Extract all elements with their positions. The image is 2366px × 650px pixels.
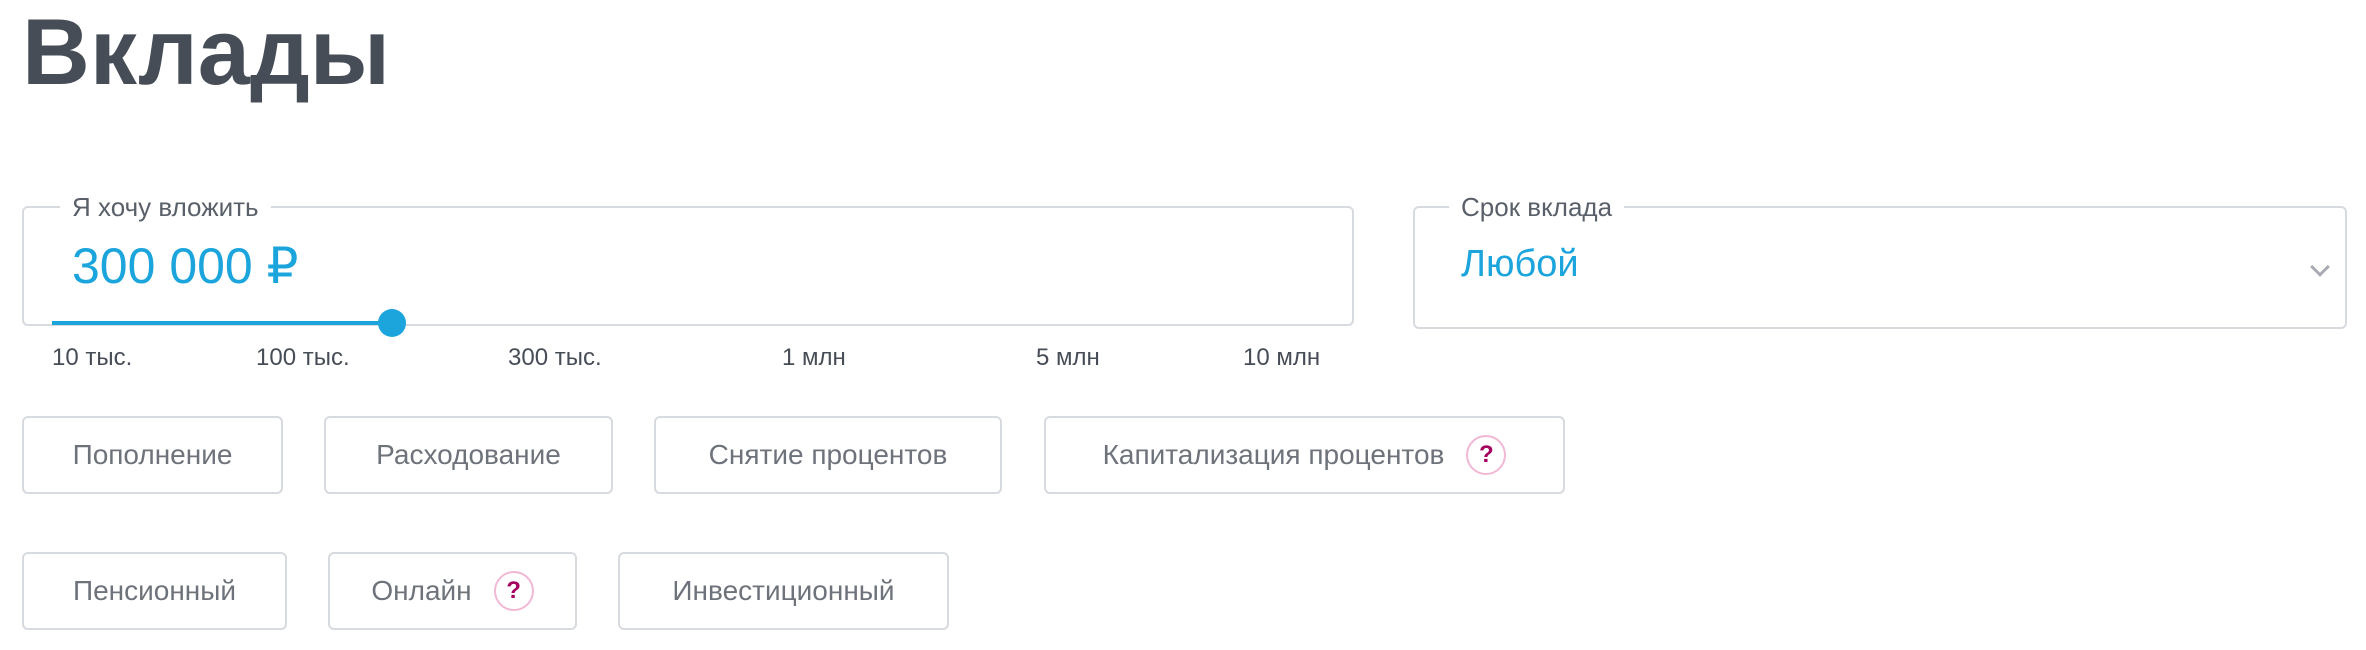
slider-tick[interactable]: 300 тыс. <box>508 344 602 372</box>
filter-label: Снятие процентов <box>708 439 948 470</box>
filter-online[interactable]: Онлайн ? <box>328 552 577 630</box>
filter-pension[interactable]: Пенсионный <box>22 552 287 630</box>
filter-investment[interactable]: Инвестиционный <box>618 552 949 630</box>
slider-tick[interactable]: 1 млн <box>782 344 846 372</box>
amount-slider-ticks: 10 тыс. 100 тыс. 300 тыс. 1 млн 5 млн 10… <box>0 344 1400 374</box>
filter-spending[interactable]: Расходование <box>324 416 613 494</box>
amount-field[interactable]: Я хочу вложить 300 000 ₽ <box>22 192 1354 326</box>
filter-replenishment[interactable]: Пополнение <box>22 416 283 494</box>
filter-capitalization[interactable]: Капитализация процентов ? <box>1044 416 1565 494</box>
term-select-label: Срок вклада <box>1449 192 1625 222</box>
slider-tick[interactable]: 100 тыс. <box>256 344 350 372</box>
slider-tick[interactable]: 10 млн <box>1243 344 1320 372</box>
filter-label: Пополнение <box>72 439 233 470</box>
chevron-down-icon[interactable] <box>2310 257 2330 277</box>
filter-label: Капитализация процентов <box>1102 439 1445 470</box>
slider-tick[interactable]: 5 млн <box>1036 344 1100 372</box>
help-icon[interactable]: ? <box>1466 435 1507 475</box>
amount-slider-handle[interactable] <box>378 309 406 337</box>
slider-tick[interactable]: 10 тыс. <box>52 344 132 372</box>
amount-field-label: Я хочу вложить <box>60 192 271 222</box>
filter-label: Онлайн <box>371 575 472 606</box>
term-select-value[interactable]: Любой <box>1461 240 1579 288</box>
page-title: Вклады <box>22 0 391 104</box>
amount-slider-fill <box>52 321 392 325</box>
filter-label: Инвестиционный <box>672 575 895 606</box>
term-select[interactable]: Срок вклада Любой <box>1413 192 2347 329</box>
filter-interest-withdrawal[interactable]: Снятие процентов <box>654 416 1002 494</box>
amount-slider[interactable] <box>52 309 1324 337</box>
help-icon[interactable]: ? <box>493 571 534 611</box>
amount-input[interactable]: 300 000 ₽ <box>72 236 298 296</box>
deposits-page: Вклады Я хочу вложить 300 000 ₽ 10 тыс. … <box>0 0 2366 650</box>
filter-label: Пенсионный <box>72 575 237 606</box>
filter-label: Расходование <box>376 439 561 470</box>
